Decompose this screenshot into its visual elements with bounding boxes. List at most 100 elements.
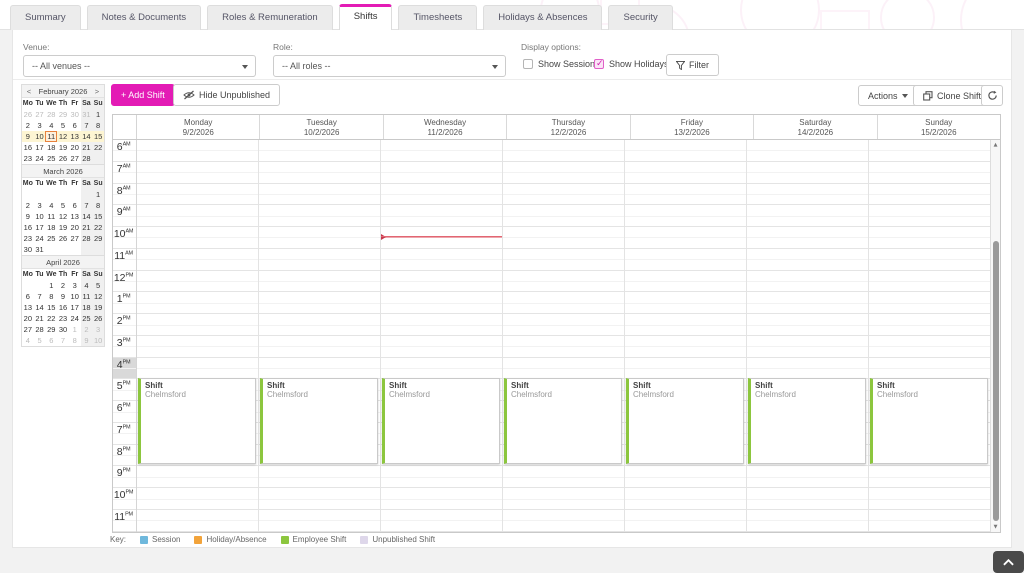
day-cell[interactable]: 24 [34, 233, 46, 244]
day-cell[interactable]: 4 [45, 120, 57, 131]
day-cell[interactable]: 19 [57, 222, 69, 233]
day-cell[interactable]: 24 [34, 153, 46, 164]
day-cell[interactable]: 9 [22, 131, 34, 142]
day-cell[interactable]: 1 [92, 109, 104, 120]
scroll-to-top-button[interactable] [993, 551, 1024, 573]
day-cell[interactable]: 25 [45, 233, 57, 244]
day-cell[interactable]: 8 [45, 291, 57, 302]
day-cell[interactable]: 21 [81, 222, 93, 233]
day-column-monday[interactable]: ShiftChelmsford [137, 140, 259, 532]
day-cell[interactable]: 29 [45, 324, 57, 335]
day-cell[interactable]: 12 [57, 211, 69, 222]
day-cell[interactable]: 17 [34, 142, 46, 153]
day-cell[interactable]: 30 [57, 324, 69, 335]
day-cell[interactable]: 19 [57, 142, 69, 153]
shift-block-friday[interactable]: ShiftChelmsford [626, 378, 744, 464]
day-cell[interactable]: 27 [69, 153, 81, 164]
day-cell[interactable]: 2 [22, 120, 34, 131]
day-cell[interactable]: 28 [45, 109, 57, 120]
day-cell[interactable]: 3 [92, 324, 104, 335]
day-cell[interactable]: 10 [69, 291, 81, 302]
day-cell[interactable]: 16 [57, 302, 69, 313]
day-cell[interactable]: 26 [57, 153, 69, 164]
day-cell[interactable]: 16 [22, 142, 34, 153]
day-cell[interactable]: 26 [92, 313, 104, 324]
day-cell[interactable]: 7 [57, 335, 69, 346]
shift-block-saturday[interactable]: ShiftChelmsford [748, 378, 866, 464]
day-column-saturday[interactable]: ShiftChelmsford [747, 140, 869, 532]
day-cell[interactable]: 9 [22, 211, 34, 222]
day-cell[interactable]: 23 [22, 153, 34, 164]
day-cell[interactable]: 18 [81, 302, 93, 313]
day-column-wednesday[interactable]: ShiftChelmsford [381, 140, 503, 532]
day-cell[interactable]: 27 [69, 233, 81, 244]
day-cell[interactable]: 21 [34, 313, 46, 324]
day-cell[interactable]: 3 [34, 200, 46, 211]
day-cell[interactable]: 29 [57, 109, 69, 120]
shift-block-tuesday[interactable]: ShiftChelmsford [260, 378, 378, 464]
day-cell[interactable]: 23 [22, 233, 34, 244]
tab-timesheets[interactable]: Timesheets [398, 5, 477, 30]
day-cell[interactable]: 3 [34, 120, 46, 131]
day-cell[interactable]: 15 [45, 302, 57, 313]
day-cell[interactable]: 10 [34, 131, 46, 142]
filter-button[interactable]: Filter [666, 54, 719, 76]
day-cell[interactable]: 23 [57, 313, 69, 324]
day-cell[interactable]: 29 [92, 233, 104, 244]
checkbox-icon[interactable] [594, 59, 604, 69]
day-cell[interactable]: 18 [45, 222, 57, 233]
prev-month-icon[interactable]: < [25, 87, 33, 96]
next-month-icon[interactable]: > [93, 87, 101, 96]
day-cell[interactable]: 18 [45, 142, 57, 153]
day-cell[interactable]: 31 [81, 109, 93, 120]
day-cell[interactable]: 7 [81, 120, 93, 131]
shift-block-wednesday[interactable]: ShiftChelmsford [382, 378, 500, 464]
day-cell[interactable]: 19 [92, 302, 104, 313]
day-cell[interactable]: 26 [57, 233, 69, 244]
day-cell[interactable]: 6 [69, 200, 81, 211]
day-cell[interactable]: 14 [81, 211, 93, 222]
day-column-thursday[interactable]: ShiftChelmsford [503, 140, 625, 532]
day-column-sunday[interactable]: ShiftChelmsford [869, 140, 990, 532]
day-cell[interactable]: 5 [57, 200, 69, 211]
tab-security[interactable]: Security [608, 5, 672, 30]
day-cell[interactable]: 22 [45, 313, 57, 324]
day-column-friday[interactable]: ShiftChelmsford [625, 140, 747, 532]
day-cell[interactable]: 11 [81, 291, 93, 302]
day-cell[interactable]: 10 [92, 335, 104, 346]
shift-block-sunday[interactable]: ShiftChelmsford [870, 378, 988, 464]
day-cell[interactable]: 12 [57, 131, 69, 142]
day-cell[interactable]: 4 [22, 335, 34, 346]
day-cell[interactable]: 1 [69, 324, 81, 335]
day-cell[interactable]: 28 [81, 153, 93, 164]
day-cell[interactable]: 15 [92, 131, 104, 142]
day-cell[interactable]: 27 [34, 109, 46, 120]
day-cell[interactable]: 27 [22, 324, 34, 335]
day-cell[interactable]: 25 [81, 313, 93, 324]
day-cell[interactable]: 14 [81, 131, 93, 142]
actions-button[interactable]: Actions [858, 85, 918, 106]
day-cell[interactable]: 2 [57, 280, 69, 291]
add-shift-button[interactable]: + Add Shift [111, 84, 175, 106]
day-cell[interactable]: 7 [81, 200, 93, 211]
scrollbar-thumb[interactable] [993, 241, 999, 521]
day-cell[interactable]: 25 [45, 153, 57, 164]
tab-shifts[interactable]: Shifts [339, 4, 393, 30]
day-cell[interactable]: 8 [92, 120, 104, 131]
day-cell[interactable]: 6 [69, 120, 81, 131]
day-cell[interactable]: 4 [45, 200, 57, 211]
day-cell[interactable]: 2 [81, 324, 93, 335]
day-cell[interactable]: 20 [22, 313, 34, 324]
day-cell[interactable]: 13 [69, 211, 81, 222]
day-cell[interactable]: 3 [69, 280, 81, 291]
tab-roles-remuneration[interactable]: Roles & Remuneration [207, 5, 333, 30]
day-cell[interactable]: 10 [34, 211, 46, 222]
day-cell[interactable]: 1 [45, 280, 57, 291]
day-cell[interactable]: 14 [34, 302, 46, 313]
tab-summary[interactable]: Summary [10, 5, 81, 30]
refresh-button[interactable] [981, 85, 1003, 106]
show-sessions-checkbox[interactable]: Show Sessions [523, 59, 600, 69]
day-column-tuesday[interactable]: ShiftChelmsford [259, 140, 381, 532]
day-cell[interactable]: 13 [69, 131, 81, 142]
hide-unpublished-button[interactable]: Hide Unpublished [173, 84, 280, 106]
